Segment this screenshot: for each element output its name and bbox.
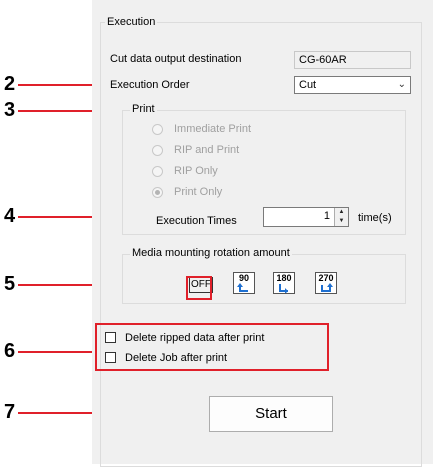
execution-order-value: Cut [299,79,317,91]
callout-number: 5 [4,273,16,295]
rotation-group-label: Media mounting rotation amount [130,247,292,260]
callout-number: 6 [4,340,16,362]
highlight-off-button [186,276,212,300]
rotate-arrow-icon [279,284,288,293]
chevron-down-icon: ⌄ [397,79,406,90]
radio-button[interactable] [152,124,163,135]
rotate-arrow-icon [237,283,248,292]
execution-group-label: Execution [105,16,158,29]
radio-button[interactable] [152,166,163,177]
cut-data-label: Cut data output destination [110,53,242,65]
stepper-down-icon[interactable]: ▼ [335,217,348,226]
radio-button[interactable] [152,145,163,156]
rotate-180-button[interactable]: 180 [273,272,295,294]
rotate-90-button[interactable]: 90 [233,272,255,294]
execution-order-label: Execution Order [110,79,190,91]
cut-data-output-value: CG-60AR [294,51,411,69]
execution-panel: Execution Cut data output destination CG… [92,0,433,467]
rotate-270-label: 270 [318,273,334,283]
print-group-label: Print [130,103,157,116]
cut-data-value-text: CG-60AR [299,54,347,66]
execution-times-label: Execution Times [156,215,237,227]
radio-button-selected[interactable] [152,187,163,198]
callout-number: 4 [4,205,16,227]
radio-label: RIP and Print [174,144,240,156]
callout-line [18,351,96,353]
callout-number: 2 [4,73,16,95]
radio-label: Immediate Print [174,123,252,135]
radio-label: RIP Only [174,165,218,177]
execution-order-select[interactable]: Cut ⌄ [294,76,411,94]
stepper-up-icon[interactable]: ▲ [335,208,348,217]
rotation-group [122,254,406,304]
execution-times-stepper[interactable]: 1 ▲ ▼ [263,207,349,227]
rotate-180-label: 180 [276,273,292,283]
start-button[interactable]: Start [209,396,333,432]
execution-times-unit: time(s) [358,212,392,224]
stepper-buttons[interactable]: ▲ ▼ [334,208,348,226]
rotate-90-label: 90 [238,273,249,283]
callout-number: 3 [4,99,16,121]
rotate-270-button[interactable]: 270 [315,272,337,294]
callout-number: 7 [4,401,16,423]
highlight-delete-options [95,323,329,371]
rotate-arrow-icon [321,283,333,292]
execution-times-value: 1 [323,210,330,222]
start-button-label: Start [255,405,287,422]
radio-label: Print Only [174,186,223,198]
